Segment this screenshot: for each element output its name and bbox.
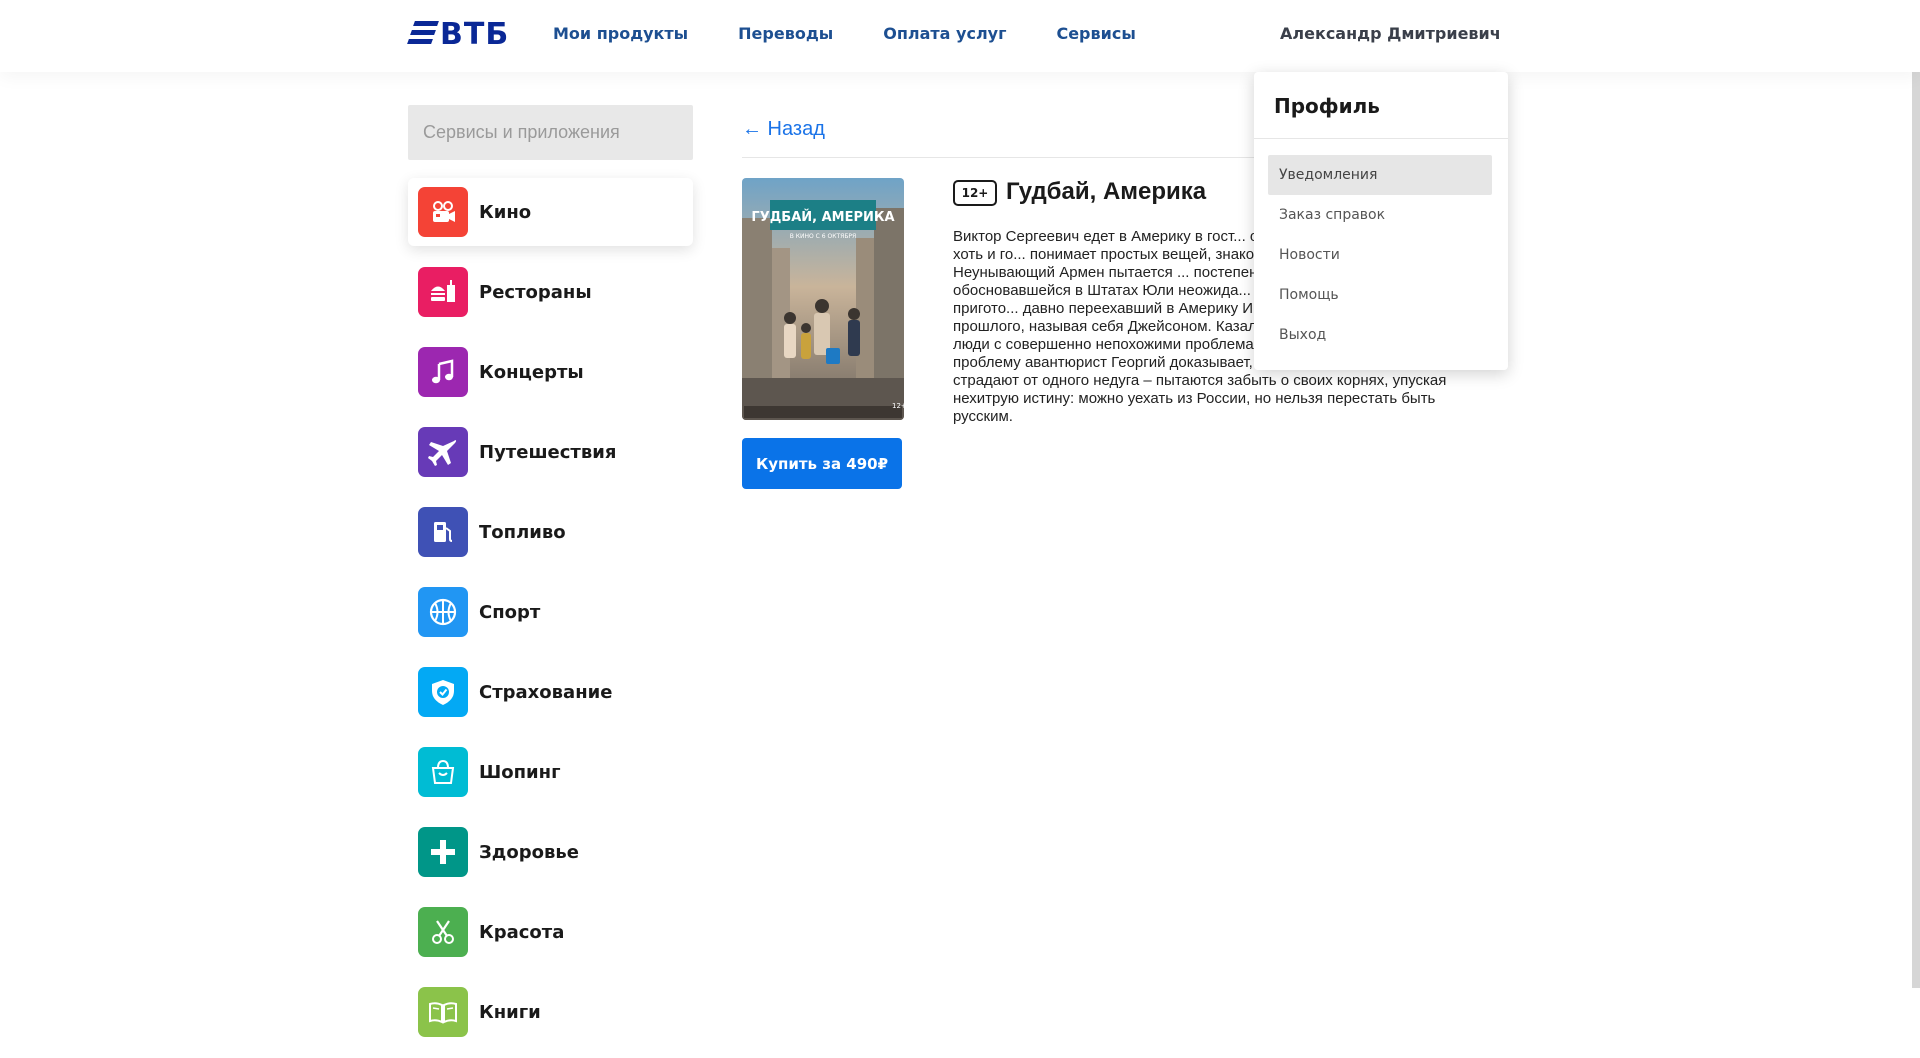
nav-my-products[interactable]: Мои продукты bbox=[553, 24, 688, 43]
dropdown-divider bbox=[1254, 138, 1508, 139]
sidebar-item-label: Кино bbox=[479, 201, 532, 223]
services-sidebar: Кино Рестораны Концерты Путешествия Топл… bbox=[408, 178, 693, 1058]
sidebar-item-label: Спорт bbox=[479, 601, 541, 623]
poster-age: 12+ bbox=[892, 402, 904, 410]
sidebar-item-label: Путешествия bbox=[479, 441, 617, 463]
plus-cross-icon bbox=[418, 827, 468, 877]
sidebar-item-travel[interactable]: Путешествия bbox=[408, 418, 693, 486]
sidebar-item-insurance[interactable]: Страхование bbox=[408, 658, 693, 726]
shopping-bag-icon bbox=[418, 747, 468, 797]
movie-title: Гудбай, Америка bbox=[1006, 178, 1207, 205]
sidebar-item-label: Книги bbox=[479, 1001, 541, 1023]
back-link[interactable]: ← Назад bbox=[742, 118, 825, 141]
burger-icon bbox=[418, 267, 468, 317]
menu-item-logout[interactable]: Выход bbox=[1268, 315, 1492, 355]
sidebar-item-label: Топливо bbox=[479, 521, 566, 543]
profile-menu-list: Уведомления Заказ справок Новости Помощь… bbox=[1268, 155, 1492, 355]
camera-icon bbox=[418, 187, 468, 237]
dropdown-title: Профиль bbox=[1274, 94, 1380, 118]
sidebar-item-health[interactable]: Здоровье bbox=[408, 818, 693, 886]
menu-item-news[interactable]: Новости bbox=[1268, 235, 1492, 275]
menu-item-help[interactable]: Помощь bbox=[1268, 275, 1492, 315]
profile-dropdown: Профиль Уведомления Заказ справок Новост… bbox=[1254, 72, 1508, 370]
user-name-menu[interactable]: Александр Дмитриевич bbox=[1280, 24, 1501, 43]
sidebar-item-restaurants[interactable]: Рестораны bbox=[408, 258, 693, 326]
sidebar-item-label: Красота bbox=[479, 921, 565, 943]
main-nav: Мои продукты Переводы Оплата услуг Серви… bbox=[553, 24, 1186, 43]
sidebar-item-label: Страхование bbox=[479, 681, 613, 703]
sidebar-item-beauty[interactable]: Красота bbox=[408, 898, 693, 966]
airplane-icon bbox=[418, 427, 468, 477]
poster-title: ГУДБАЙ, АМЕРИКА bbox=[751, 209, 894, 225]
sidebar-item-cinema[interactable]: Кино bbox=[408, 178, 693, 246]
poster-tagline: В КИНО С 6 ОКТЯБРЯ bbox=[790, 233, 856, 240]
nav-payments[interactable]: Оплата услуг bbox=[883, 24, 1006, 43]
search-input[interactable] bbox=[423, 122, 678, 143]
menu-item-notifications[interactable]: Уведомления bbox=[1268, 155, 1492, 195]
services-search bbox=[408, 105, 693, 160]
age-rating-badge: 12+ bbox=[953, 180, 997, 206]
sidebar-item-label: Здоровье bbox=[479, 841, 579, 863]
sidebar-item-sport[interactable]: Спорт bbox=[408, 578, 693, 646]
menu-item-certificates[interactable]: Заказ справок bbox=[1268, 195, 1492, 235]
buy-ticket-button[interactable]: Купить за 490₽ bbox=[742, 438, 902, 489]
nav-services[interactable]: Сервисы bbox=[1056, 24, 1135, 43]
scissors-icon bbox=[418, 907, 468, 957]
shield-check-icon bbox=[418, 667, 468, 717]
book-icon bbox=[418, 987, 468, 1037]
sidebar-item-books[interactable]: Книги bbox=[408, 978, 693, 1046]
fuel-pump-icon bbox=[418, 507, 468, 557]
logo-text: ВТБ bbox=[440, 16, 510, 52]
sidebar-item-shopping[interactable]: Шопинг bbox=[408, 738, 693, 806]
music-note-icon bbox=[418, 347, 468, 397]
sidebar-item-label: Шопинг bbox=[479, 761, 561, 783]
vtb-logo[interactable]: ВТБ bbox=[407, 14, 510, 54]
sidebar-item-label: Концерты bbox=[479, 361, 584, 383]
basketball-icon bbox=[418, 587, 468, 637]
sidebar-item-label: Рестораны bbox=[479, 281, 592, 303]
page-scrollbar[interactable] bbox=[1912, 0, 1920, 988]
nav-transfers[interactable]: Переводы bbox=[738, 24, 833, 43]
top-header: ВТБ Мои продукты Переводы Оплата услуг С… bbox=[0, 0, 1920, 72]
sidebar-item-fuel[interactable]: Топливо bbox=[408, 498, 693, 566]
sidebar-item-concerts[interactable]: Концерты bbox=[408, 338, 693, 406]
logo-bars-icon bbox=[407, 21, 439, 47]
movie-poster: ГУДБАЙ, АМЕРИКА В КИНО С 6 ОКТЯБРЯ 12+ bbox=[742, 178, 904, 420]
